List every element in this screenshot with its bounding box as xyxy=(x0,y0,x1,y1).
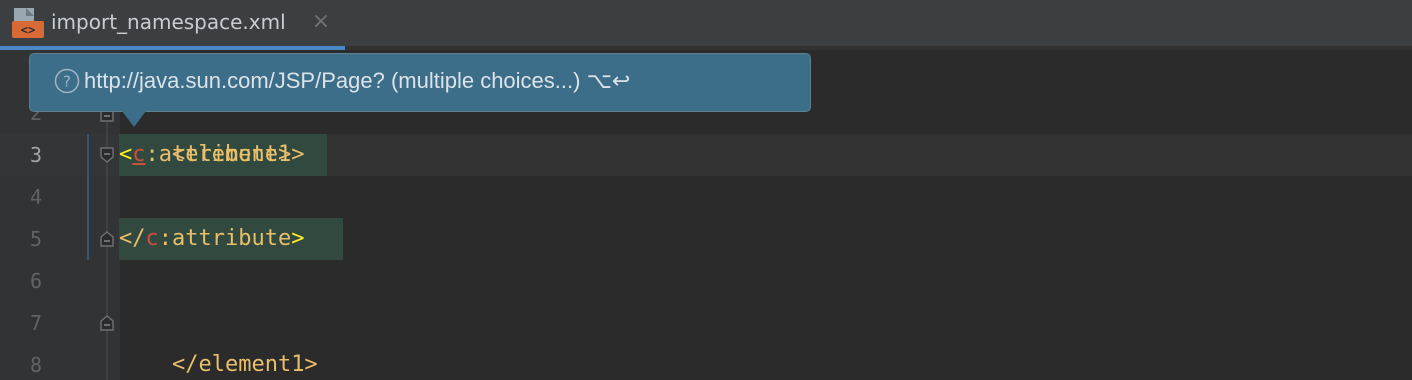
tag-bracket: > xyxy=(291,226,305,251)
line-number: 6 xyxy=(29,269,42,293)
code-line-3: <c:attribute> xyxy=(119,134,291,176)
popup-pointer xyxy=(122,111,146,127)
svg-text:?: ? xyxy=(63,73,71,91)
namespace-prefix: c xyxy=(145,226,159,251)
tab-filename: import_namespace.xml xyxy=(51,10,286,34)
line-number: 8 xyxy=(29,353,42,377)
xml-file-icon: <> xyxy=(12,8,44,38)
question-circle-icon: ? xyxy=(54,68,80,94)
tag-name: :attribute> xyxy=(145,142,292,167)
line-number: 7 xyxy=(29,311,42,335)
fold-marker-icon[interactable] xyxy=(99,231,115,247)
tag-name: :attribute xyxy=(158,226,292,251)
line-number: 5 xyxy=(29,227,42,251)
tag-bracket: < xyxy=(119,142,133,167)
code-line-7: </element1> xyxy=(119,302,318,377)
import-hint-text[interactable]: http://java.sun.com/JSP/Page? (multiple … xyxy=(84,66,630,96)
tag-bracket: </ xyxy=(119,226,146,251)
fold-marker-icon[interactable] xyxy=(99,147,115,163)
fold-marker-icon[interactable] xyxy=(99,315,115,331)
editor-tab[interactable]: <> import_namespace.xml × xyxy=(0,0,345,46)
line-number-current: 3 xyxy=(29,143,42,167)
element-close-tag: </element1> xyxy=(171,352,318,377)
unresolved-namespace-prefix[interactable]: c xyxy=(132,142,145,167)
code-line-5: </c:attribute> xyxy=(119,218,304,260)
vcs-change-marker[interactable] xyxy=(87,134,89,260)
close-icon[interactable]: × xyxy=(310,9,332,35)
svg-text:<>: <> xyxy=(21,23,35,37)
line-number: 4 xyxy=(29,185,42,209)
